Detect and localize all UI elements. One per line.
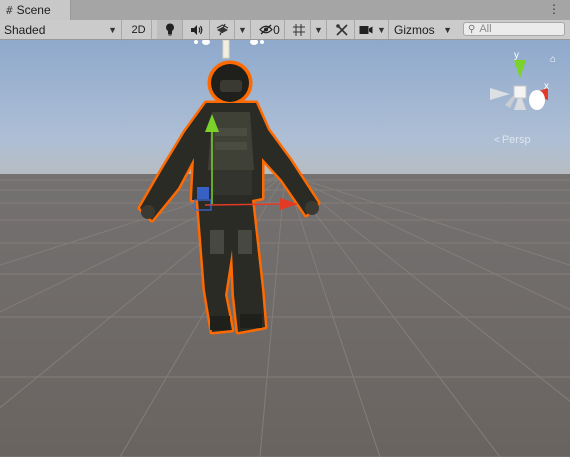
lightbulb-icon: [165, 23, 174, 36]
search-icon: ⚲: [468, 23, 476, 35]
tab-title: Scene: [16, 3, 51, 17]
chevron-down-icon: ▼: [314, 24, 323, 35]
visibility-count: 0: [273, 22, 280, 37]
search-field[interactable]: ⚲ All: [463, 22, 565, 36]
chevron-down-icon: ▼: [377, 24, 386, 35]
grid-dropdown[interactable]: ▼: [311, 20, 327, 39]
gizmos-label: Gizmos: [394, 22, 435, 37]
chevron-down-icon: ▼: [238, 24, 247, 35]
projection-toggle[interactable]: < Persp: [494, 134, 531, 146]
audio-toggle-button[interactable]: [184, 20, 210, 39]
persp-arrows-icon: <: [494, 135, 500, 146]
visibility-icon: [259, 24, 273, 35]
lock-icon[interactable]: ⌂: [550, 54, 556, 65]
ground-plane: [0, 174, 570, 457]
draw-mode-label: Shaded: [4, 22, 46, 37]
tools-button[interactable]: [330, 20, 355, 39]
toggle-2d-button[interactable]: 2D: [126, 20, 152, 39]
search-placeholder: All: [479, 23, 492, 35]
grid-snap-button[interactable]: [287, 20, 311, 39]
draw-mode-dropdown[interactable]: Shaded ▼: [0, 20, 122, 39]
scene-viewport[interactable]: y x ⌂ < Persp: [0, 40, 570, 457]
chevron-down-icon: ▼: [108, 24, 117, 35]
grid-snap-icon: [292, 23, 305, 36]
effects-dropdown[interactable]: ▼: [235, 20, 251, 39]
effects-toggle-button[interactable]: [211, 20, 235, 39]
lighting-toggle-button[interactable]: [157, 20, 183, 39]
tools-icon: [336, 23, 348, 36]
hash-icon: #: [6, 3, 13, 17]
tab-bar: # Scene ⋮: [0, 0, 570, 21]
gizmos-dropdown[interactable]: Gizmos ▼: [390, 20, 456, 39]
scene-canvas[interactable]: y x ⌂: [0, 40, 570, 457]
tab-scene[interactable]: # Scene: [0, 0, 71, 20]
chevron-down-icon: ▼: [443, 24, 452, 35]
effects-icon: [216, 23, 229, 36]
axis-y-label: y: [514, 50, 519, 61]
axis-x-label: x: [544, 81, 549, 92]
audio-icon: [191, 24, 203, 35]
projection-label: Persp: [501, 134, 531, 146]
camera-settings-button[interactable]: ▼: [357, 20, 389, 39]
scene-window: # Scene ⋮ Shaded ▼ 2D ▼ 0 ▼ ▼ Gizmos ▼ ⚲…: [0, 0, 570, 457]
scene-visibility-button[interactable]: 0: [255, 20, 285, 39]
scene-toolbar: Shaded ▼ 2D ▼ 0 ▼ ▼ Gizmos ▼ ⚲ All: [0, 20, 570, 40]
tab-menu-icon[interactable]: ⋮: [548, 2, 560, 16]
camera-icon: [359, 25, 373, 34]
